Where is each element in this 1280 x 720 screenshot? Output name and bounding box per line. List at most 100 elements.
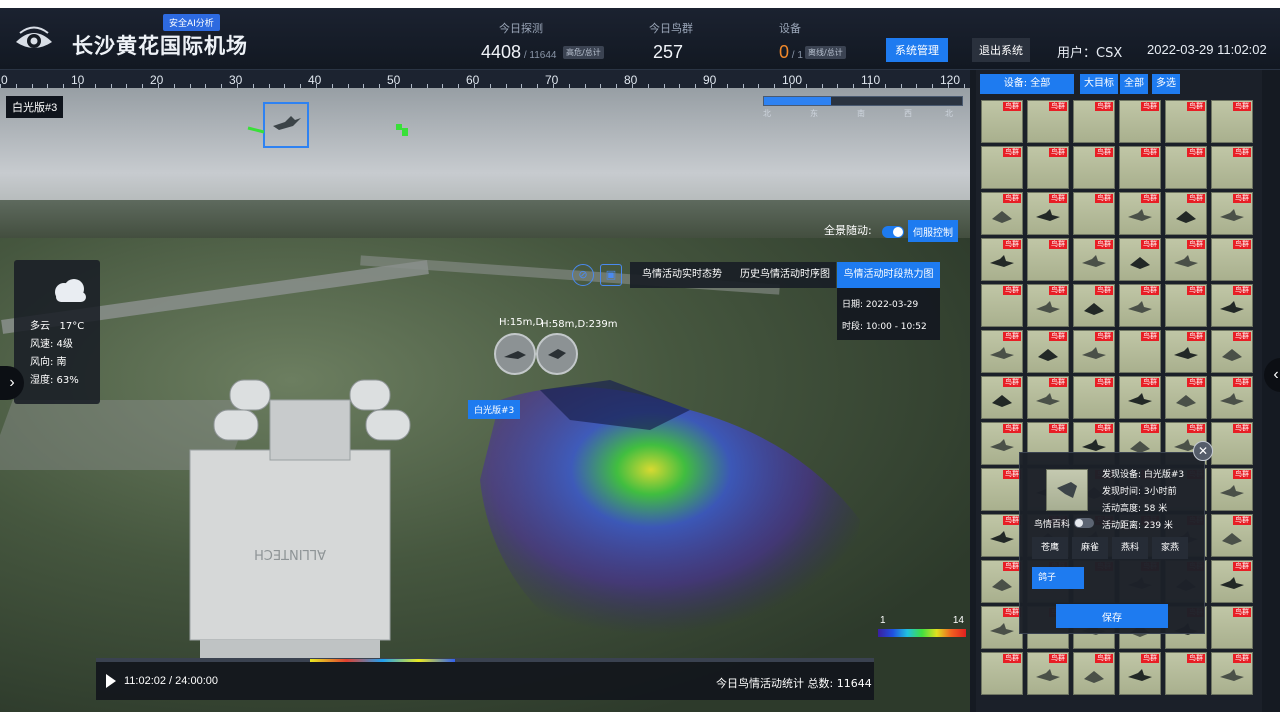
detection-thumbnail[interactable]: 鸟群: [1211, 560, 1253, 603]
detection-thumbnail[interactable]: 鸟群: [1073, 100, 1115, 143]
bubble-label-2: H:58m,D:239m: [541, 319, 618, 330]
detection-thumbnail[interactable]: 鸟群: [1119, 330, 1161, 373]
detection-thumbnail[interactable]: 鸟群: [981, 606, 1023, 649]
species-option[interactable]: 燕科: [1112, 537, 1148, 559]
detection-thumbnail[interactable]: 鸟群: [1211, 330, 1253, 373]
detection-thumbnail[interactable]: 鸟群: [1073, 192, 1115, 235]
detection-thumbnail[interactable]: 鸟群: [981, 422, 1023, 465]
detection-thumbnail[interactable]: 鸟群: [1211, 146, 1253, 189]
bird-icon: [1220, 301, 1244, 313]
detection-thumbnail[interactable]: 鸟群: [1073, 376, 1115, 419]
detection-thumbnail[interactable]: 鸟群: [1119, 238, 1161, 281]
bird-icon: [1174, 255, 1198, 267]
ai-analysis-badge: 安全AI分析: [163, 14, 220, 31]
detection-thumbnail[interactable]: 鸟群: [1165, 100, 1207, 143]
ruler-tick: [158, 84, 159, 88]
servo-control-button[interactable]: 伺服控制: [908, 220, 958, 242]
tab-history-timeline[interactable]: 历史鸟情活动时序图: [734, 262, 836, 288]
detection-thumbnail[interactable]: 鸟群: [981, 514, 1023, 557]
detection-thumbnail[interactable]: 鸟群: [1027, 238, 1069, 281]
chevron-right-icon[interactable]: ‹: [1264, 358, 1280, 392]
detection-thumbnail[interactable]: 鸟群: [981, 100, 1023, 143]
detection-thumbnail[interactable]: 鸟群: [981, 238, 1023, 281]
class-badge: 鸟群: [1141, 194, 1159, 203]
bird-target-box[interactable]: [263, 102, 309, 148]
detection-thumbnail[interactable]: 鸟群: [1165, 284, 1207, 327]
ruler-tick-label: 30: [229, 73, 243, 87]
detection-thumbnail[interactable]: 鸟群: [1211, 468, 1253, 511]
detection-thumbnail[interactable]: 鸟群: [1165, 192, 1207, 235]
playback-track[interactable]: [96, 658, 874, 662]
detection-thumbnail[interactable]: 鸟群: [1165, 146, 1207, 189]
species-option[interactable]: 家燕: [1152, 537, 1188, 559]
species-option[interactable]: 苍鹰: [1032, 537, 1068, 559]
detection-thumbnail[interactable]: 鸟群: [981, 146, 1023, 189]
detection-thumbnail[interactable]: 鸟群: [1119, 100, 1161, 143]
close-icon[interactable]: ✕: [1193, 441, 1213, 461]
size-filter-all[interactable]: 全部: [1120, 74, 1148, 94]
class-badge: 鸟群: [1003, 148, 1021, 157]
detection-thumbnail[interactable]: 鸟群: [1211, 376, 1253, 419]
detection-thumbnail[interactable]: 鸟群: [1165, 330, 1207, 373]
bird-wiki-toggle[interactable]: [1074, 518, 1094, 528]
detection-thumbnail[interactable]: 鸟群: [1073, 284, 1115, 327]
detection-thumbnail[interactable]: 鸟群: [1211, 192, 1253, 235]
detection-thumbnail[interactable]: 鸟群: [1027, 376, 1069, 419]
detection-thumbnail[interactable]: 鸟群: [1027, 330, 1069, 373]
detection-thumbnail[interactable]: 鸟群: [981, 284, 1023, 327]
species-option[interactable]: 麻雀: [1072, 537, 1108, 559]
detection-thumbnail[interactable]: 鸟群: [1211, 100, 1253, 143]
detection-thumbnail[interactable]: 鸟群: [1119, 284, 1161, 327]
detection-thumbnail[interactable]: 鸟群: [981, 330, 1023, 373]
ruler-tick: [442, 84, 444, 88]
ruler-tick: [379, 84, 381, 88]
detection-thumbnail[interactable]: 鸟群: [1027, 192, 1069, 235]
detection-thumbnail[interactable]: 鸟群: [981, 376, 1023, 419]
detection-thumbnail[interactable]: 鸟群: [981, 560, 1023, 603]
size-filter[interactable]: 大目标: [1080, 74, 1118, 94]
detection-thumbnail[interactable]: 鸟群: [981, 192, 1023, 235]
detection-thumbnail[interactable]: 鸟群: [981, 652, 1023, 695]
detection-thumbnail[interactable]: 鸟群: [1073, 146, 1115, 189]
detection-thumbnail[interactable]: 鸟群: [1073, 652, 1115, 695]
detection-thumbnail[interactable]: 鸟群: [1027, 146, 1069, 189]
detection-thumbnail[interactable]: 鸟群: [1073, 238, 1115, 281]
system-management-button[interactable]: 系统管理: [886, 38, 948, 62]
device-stat: 设备 0 / 1 离线/总计: [779, 20, 846, 63]
detection-thumbnail[interactable]: 鸟群: [1211, 514, 1253, 557]
detection-thumbnail[interactable]: 鸟群: [1211, 422, 1253, 465]
tab-period-heatmap[interactable]: 鸟情活动时段热力图: [837, 262, 940, 288]
compass-icon[interactable]: ⊘: [572, 264, 594, 286]
bird-snapshot-bubble[interactable]: [494, 333, 536, 375]
detection-thumbnail[interactable]: 鸟群: [1027, 100, 1069, 143]
multi-select-button[interactable]: 多选: [1152, 74, 1180, 94]
species-selected-field[interactable]: 鸽子: [1032, 567, 1084, 589]
detection-thumbnail[interactable]: 鸟群: [1211, 284, 1253, 327]
bird-snapshot-bubble[interactable]: [536, 333, 578, 375]
detection-thumbnail[interactable]: 鸟群: [1165, 238, 1207, 281]
device-filter[interactable]: 设备: 全部: [980, 74, 1074, 94]
play-icon[interactable]: [106, 674, 116, 688]
detection-thumbnail[interactable]: 鸟群: [1119, 652, 1161, 695]
logout-button[interactable]: 退出系统: [972, 38, 1030, 62]
bird-icon: [992, 579, 1012, 591]
detection-thumbnail[interactable]: 鸟群: [1211, 238, 1253, 281]
save-disk-icon[interactable]: ▣: [600, 264, 622, 286]
detection-thumbnail[interactable]: 鸟群: [1119, 192, 1161, 235]
detection-thumbnail[interactable]: 鸟群: [1211, 606, 1253, 649]
save-button[interactable]: 保存: [1056, 604, 1168, 628]
detection-thumbnail[interactable]: 鸟群: [1165, 652, 1207, 695]
detection-thumbnail[interactable]: 鸟群: [1119, 376, 1161, 419]
detection-thumbnail[interactable]: 鸟群: [1027, 652, 1069, 695]
detection-thumbnail[interactable]: 鸟群: [981, 468, 1023, 511]
detection-thumbnail[interactable]: 鸟群: [1211, 652, 1253, 695]
tab-realtime-trend[interactable]: 鸟情活动实时态势: [630, 262, 734, 288]
ruler-tick: [869, 84, 870, 88]
panorama-follow-toggle[interactable]: [882, 226, 904, 238]
detection-thumbnail[interactable]: 鸟群: [1119, 146, 1161, 189]
detection-thumbnail[interactable]: 鸟群: [1027, 284, 1069, 327]
video-view[interactable]: 0 10 20 30 40 50 60 70 80 90 100 110 120 白光版#3 北 东 南 西 北…: [0, 70, 970, 712]
detection-thumbnail[interactable]: 鸟群: [1165, 376, 1207, 419]
detection-thumbnail[interactable]: 鸟群: [1073, 330, 1115, 373]
device-location-tag[interactable]: 白光版#3: [468, 400, 521, 419]
